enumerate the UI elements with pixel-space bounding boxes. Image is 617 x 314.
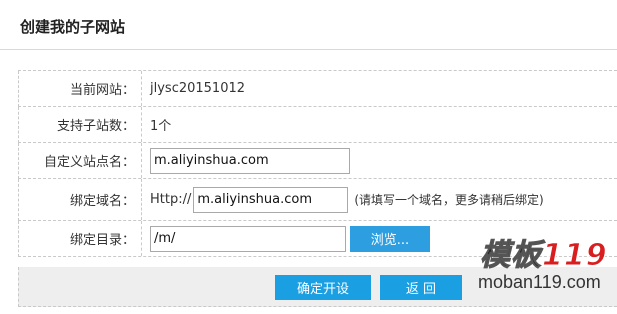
confirm-create-button[interactable]: 确定开设 [275,275,371,300]
browse-button[interactable]: 浏览... [350,225,430,252]
watermark-logo-text: 模板 [480,238,542,274]
watermark-logo: 模板119 [480,230,608,274]
directory-input[interactable] [150,225,346,252]
custom-site-name-label: 自定义站点名： [19,143,142,178]
domain-hint: (请填写一个域名，更多请稍后绑定) [354,193,544,207]
domain-input[interactable] [193,186,349,213]
subsite-count-value: 1个 [150,119,172,134]
custom-site-name-row: 自定义站点名： [18,143,617,179]
watermark: 模板119 moban119.com [472,228,617,298]
current-site-label: 当前网站： [19,71,142,106]
subsite-count-row: 支持子站数： 1个 [18,107,617,143]
watermark-url: moban119.com [478,272,601,292]
subsite-count-label: 支持子站数： [19,107,142,142]
watermark-logo-number: 119 [542,238,608,274]
bind-directory-label: 绑定目录： [19,221,142,256]
bind-domain-label: 绑定域名： [19,179,142,220]
bind-domain-row: 绑定域名： Http:// (请填写一个域名，更多请稍后绑定) [18,179,617,221]
current-site-value: jlysc20151012 [150,81,246,96]
current-site-row: 当前网站： jlysc20151012 [18,71,617,107]
site-name-input[interactable] [150,147,350,174]
back-button[interactable]: 返 回 [380,275,462,300]
title-bar: 创建我的子网站 [0,0,617,50]
page-title: 创建我的子网站 [20,18,126,36]
http-prefix: Http:// [150,192,192,207]
